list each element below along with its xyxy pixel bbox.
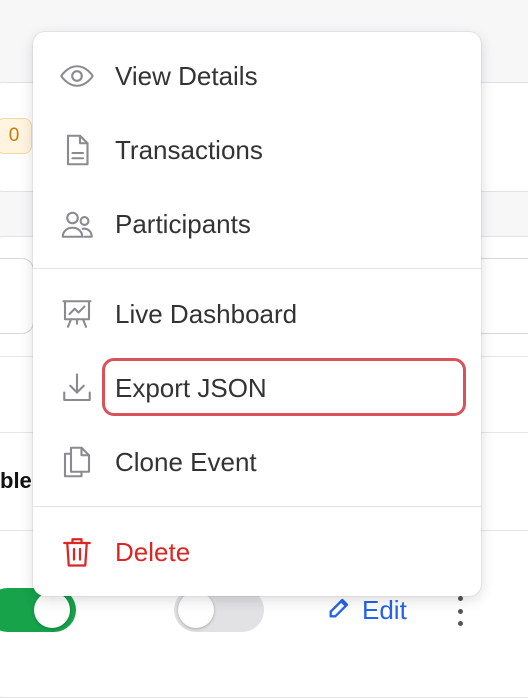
edit-button[interactable]: Edit <box>326 592 407 628</box>
menu-item-label: Participants <box>115 208 251 239</box>
menu-item-label: Clone Event <box>115 446 257 477</box>
count-badge: 0 <box>0 118 32 154</box>
menu-item-delete[interactable]: Delete <box>33 522 481 582</box>
menu-item-clone-event[interactable]: Clone Event <box>33 432 481 492</box>
menu-separator <box>33 268 481 269</box>
menu-item-label: Transactions <box>115 134 263 165</box>
pencil-icon <box>326 593 354 628</box>
download-icon <box>57 368 97 408</box>
menu-item-label: Delete <box>115 536 191 567</box>
menu-item-export-json[interactable]: Export JSON <box>33 358 481 418</box>
truncated-column-label: ble <box>0 468 32 493</box>
menu-separator <box>33 506 481 507</box>
menu-item-label: Export JSON <box>115 372 267 403</box>
users-icon <box>57 204 97 244</box>
edit-button-label: Edit <box>362 594 407 625</box>
menu-item-transactions[interactable]: Transactions <box>33 120 481 180</box>
background-input-left[interactable] <box>0 258 34 334</box>
menu-item-label: Live Dashboard <box>115 298 298 329</box>
menu-item-view-details[interactable]: View Details <box>33 46 481 106</box>
more-options-icon[interactable] <box>452 594 468 628</box>
menu-item-participants[interactable]: Participants <box>33 194 481 254</box>
copy-icon <box>57 442 97 482</box>
document-icon <box>57 130 97 170</box>
eye-icon <box>57 56 97 96</box>
trash-icon <box>57 532 97 572</box>
toggle-knob <box>34 592 70 628</box>
menu-item-label: View Details <box>115 60 258 91</box>
menu-item-live-dashboard[interactable]: Live Dashboard <box>33 284 481 344</box>
row-actions-menu: View Details Transactions Participants L… <box>33 32 481 596</box>
presentation-chart-icon <box>57 294 97 334</box>
toggle-knob <box>178 592 214 628</box>
